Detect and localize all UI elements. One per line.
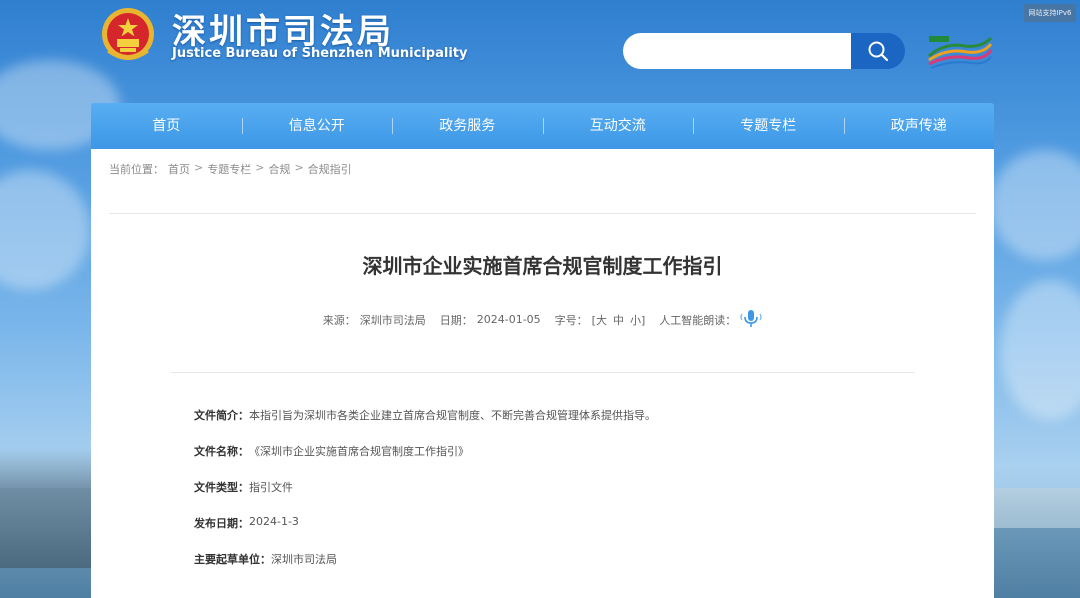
fontsize-label: 字号： xyxy=(554,313,588,327)
info-value: 《深圳市企业实施首席合规官制度工作指引》 xyxy=(249,445,469,458)
city-logo-icon[interactable] xyxy=(925,30,995,70)
breadcrumb-item-compliance[interactable]: 合规 xyxy=(268,161,290,177)
search-button[interactable] xyxy=(851,33,905,69)
bg-cloud xyxy=(0,170,90,290)
national-emblem-icon[interactable] xyxy=(100,6,156,64)
breadcrumb-item-topics[interactable]: 专题专栏 xyxy=(207,161,251,177)
search-input[interactable] xyxy=(623,33,851,69)
info-row-drafter: 主要起草单位： 深圳市司法局 xyxy=(194,551,656,587)
info-value: 指引文件 xyxy=(249,481,293,494)
date-label: 日期： xyxy=(439,313,473,327)
date-value: 2024-01-05 xyxy=(476,313,541,326)
ipv6-badge: 网站支持IPv6 xyxy=(1024,4,1076,22)
info-row-type: 文件类型： 指引文件 xyxy=(194,479,656,515)
divider xyxy=(109,213,976,214)
background-bridge xyxy=(990,488,1080,528)
ai-read-label: 人工智能朗读： xyxy=(659,313,737,327)
search-icon xyxy=(868,41,889,62)
info-value: 深圳市司法局 xyxy=(271,553,337,566)
breadcrumb-prefix: 当前位置： xyxy=(109,163,164,176)
bg-cloud xyxy=(1000,280,1080,420)
info-label: 文件类型： xyxy=(194,481,249,494)
fontsize-medium-button[interactable]: 中 xyxy=(613,312,624,328)
info-row-publish-date: 发布日期： 2024-1-3 xyxy=(194,515,656,551)
fontsize-small-button[interactable]: 小] xyxy=(630,312,645,328)
fontsize-large-button[interactable]: [大 xyxy=(592,312,607,328)
background-city xyxy=(0,448,95,568)
info-label: 文件简介： xyxy=(194,409,249,422)
divider xyxy=(171,372,914,373)
speaker-icon[interactable] xyxy=(740,308,762,331)
document-info: 文件简介： 本指引旨为深圳市各类企业建立首席合规官制度、不断完善合规管理体系提供… xyxy=(194,407,656,587)
breadcrumb-item-home[interactable]: 首页 xyxy=(168,161,190,177)
nav-item-home[interactable]: 首页 xyxy=(91,103,242,149)
article-title: 深圳市企业实施首席合规官制度工作指引 xyxy=(362,254,723,278)
nav-item-interaction[interactable]: 互动交流 xyxy=(542,103,694,149)
info-row-name: 文件名称： 《深圳市企业实施首席合规官制度工作指引》 xyxy=(194,443,656,479)
info-label: 发布日期： xyxy=(194,517,249,530)
bg-cloud xyxy=(990,150,1080,260)
info-row-summary: 文件简介： 本指引旨为深圳市各类企业建立首席合规官制度、不断完善合规管理体系提供… xyxy=(194,407,656,443)
content-panel: 当前位置： 首页 > 专题专栏 > 合规 > 合规指引 深圳市企业实施首席合规官… xyxy=(91,149,994,598)
breadcrumb-separator: > xyxy=(255,161,265,174)
site-subtitle: Justice Bureau of Shenzhen Municipality xyxy=(172,46,468,61)
nav-item-gov-services[interactable]: 政务服务 xyxy=(392,103,543,149)
info-value: 本指引旨为深圳市各类企业建立首席合规官制度、不断完善合规管理体系提供指导。 xyxy=(249,409,656,422)
breadcrumb-separator: > xyxy=(194,161,204,174)
source-label: 来源： xyxy=(322,313,356,327)
nav-item-topics[interactable]: 专题专栏 xyxy=(693,103,844,149)
article-meta: 来源： 深圳市司法局 日期： 2024-01-05 字号： [大 中 小] 人工… xyxy=(91,308,994,331)
nav-item-info-disclosure[interactable]: 信息公开 xyxy=(241,103,393,149)
breadcrumb-separator: > xyxy=(294,161,304,174)
breadcrumb: 当前位置： 首页 > 专题专栏 > 合规 > 合规指引 xyxy=(109,161,352,177)
main-nav: 首页 信息公开 政务服务 互动交流 专题专栏 政声传递 xyxy=(91,103,994,149)
info-label: 主要起草单位： xyxy=(194,553,271,566)
info-label: 文件名称： xyxy=(194,445,249,458)
info-value: 2024-1-3 xyxy=(249,515,299,528)
source-value: 深圳市司法局 xyxy=(359,313,426,327)
nav-item-gov-voice[interactable]: 政声传递 xyxy=(843,103,995,149)
breadcrumb-item-guidelines[interactable]: 合规指引 xyxy=(308,161,352,177)
